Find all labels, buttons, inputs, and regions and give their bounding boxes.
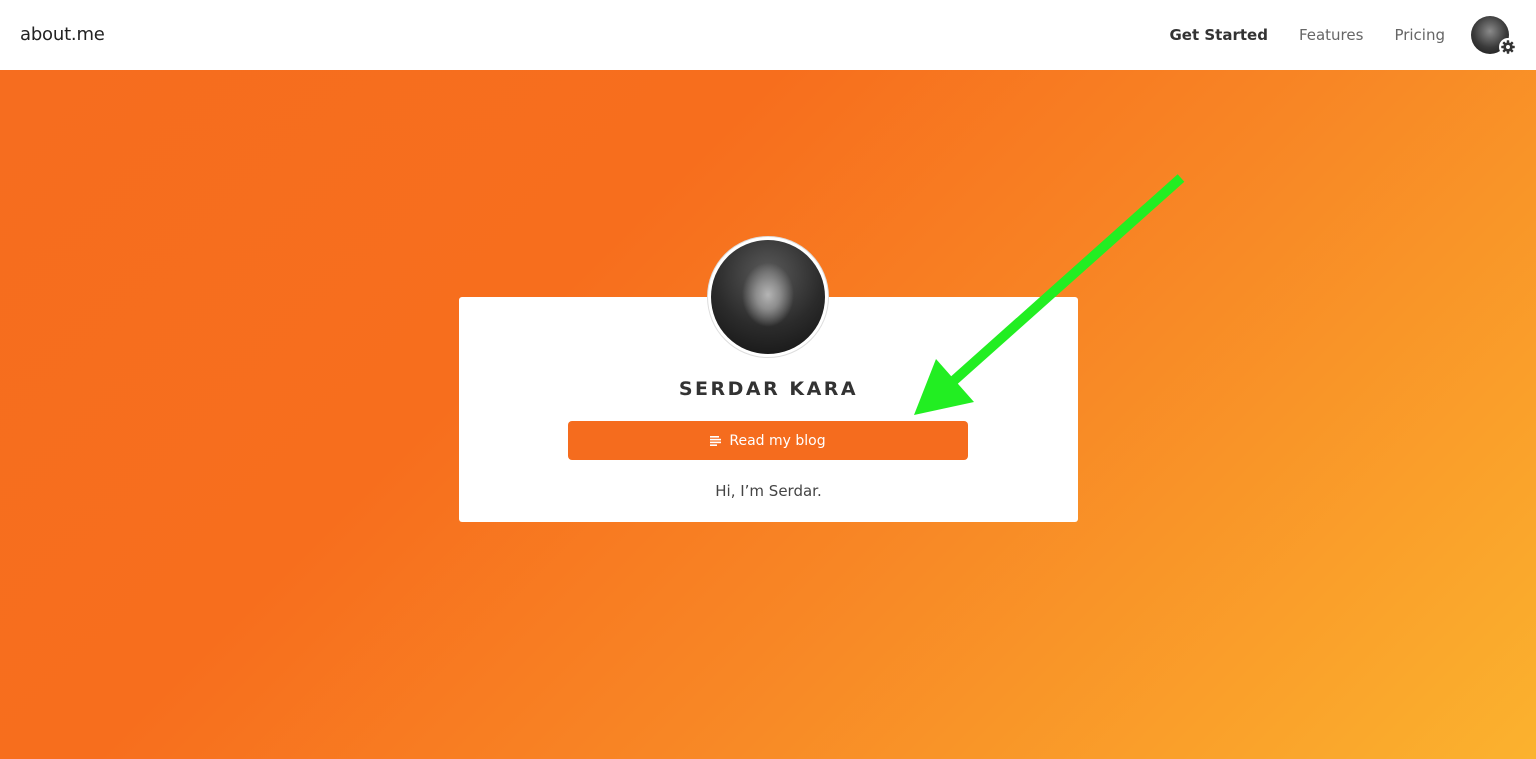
- nav-features-link[interactable]: Features: [1299, 26, 1364, 44]
- user-avatar-menu[interactable]: [1471, 16, 1517, 56]
- top-navbar: about.me Get Started Features Pricing: [0, 0, 1536, 70]
- profile-bio: Hi, I’m Serdar.: [715, 482, 822, 500]
- profile-photo-image: [711, 240, 825, 354]
- profile-photo: [708, 237, 828, 357]
- profile-name: SERDAR KARA: [678, 378, 859, 400]
- read-blog-button-label: Read my blog: [729, 432, 826, 449]
- gear-icon: [1499, 38, 1517, 56]
- nav-get-started-link[interactable]: Get Started: [1169, 26, 1267, 44]
- nav-pricing-link[interactable]: Pricing: [1394, 26, 1445, 44]
- nav-links: Get Started Features Pricing: [1169, 26, 1445, 44]
- about-me-logo[interactable]: about.me: [20, 24, 105, 45]
- read-blog-button[interactable]: Read my blog: [568, 421, 968, 460]
- blog-lines-icon: [710, 435, 722, 446]
